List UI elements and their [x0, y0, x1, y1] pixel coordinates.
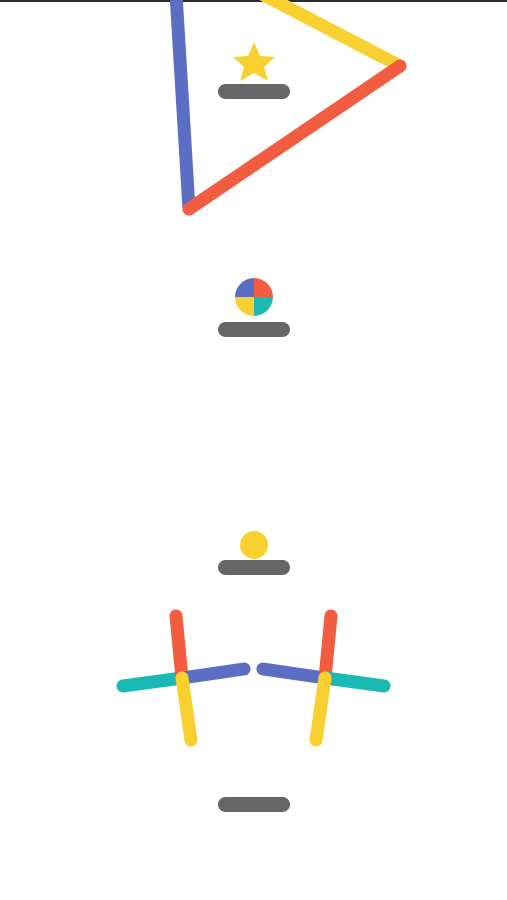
star-icon [233, 42, 275, 81]
left-cross-arm-red [169, 609, 189, 685]
right-cross-arm-red [318, 609, 338, 685]
right-cross-arm-yellow [309, 671, 332, 747]
platform-3 [218, 560, 290, 575]
cross-obstacle-right [256, 609, 391, 747]
switcher-quadrant-teal [254, 297, 273, 316]
right-cross-arm-teal [318, 671, 391, 693]
ball [240, 531, 268, 559]
platform-2 [218, 322, 290, 337]
switcher-quadrant-yellow [235, 297, 254, 316]
triangle-obstacle [169, 0, 407, 216]
right-cross-arm-blue [256, 662, 332, 685]
color-switcher [235, 278, 273, 316]
triangle-edge-yellow [259, 0, 407, 73]
switcher-quadrant-red [254, 278, 273, 297]
left-cross-arm-yellow [175, 671, 198, 747]
cross-obstacle-left [116, 609, 251, 747]
triangle-edge-blue [169, 0, 196, 216]
left-cross-arm-teal [116, 671, 189, 693]
switcher-quadrant-blue [235, 278, 254, 297]
platform-4 [218, 797, 290, 812]
game-stage [116, 0, 407, 812]
left-cross-arm-blue [175, 662, 251, 685]
platform-1 [218, 84, 290, 99]
